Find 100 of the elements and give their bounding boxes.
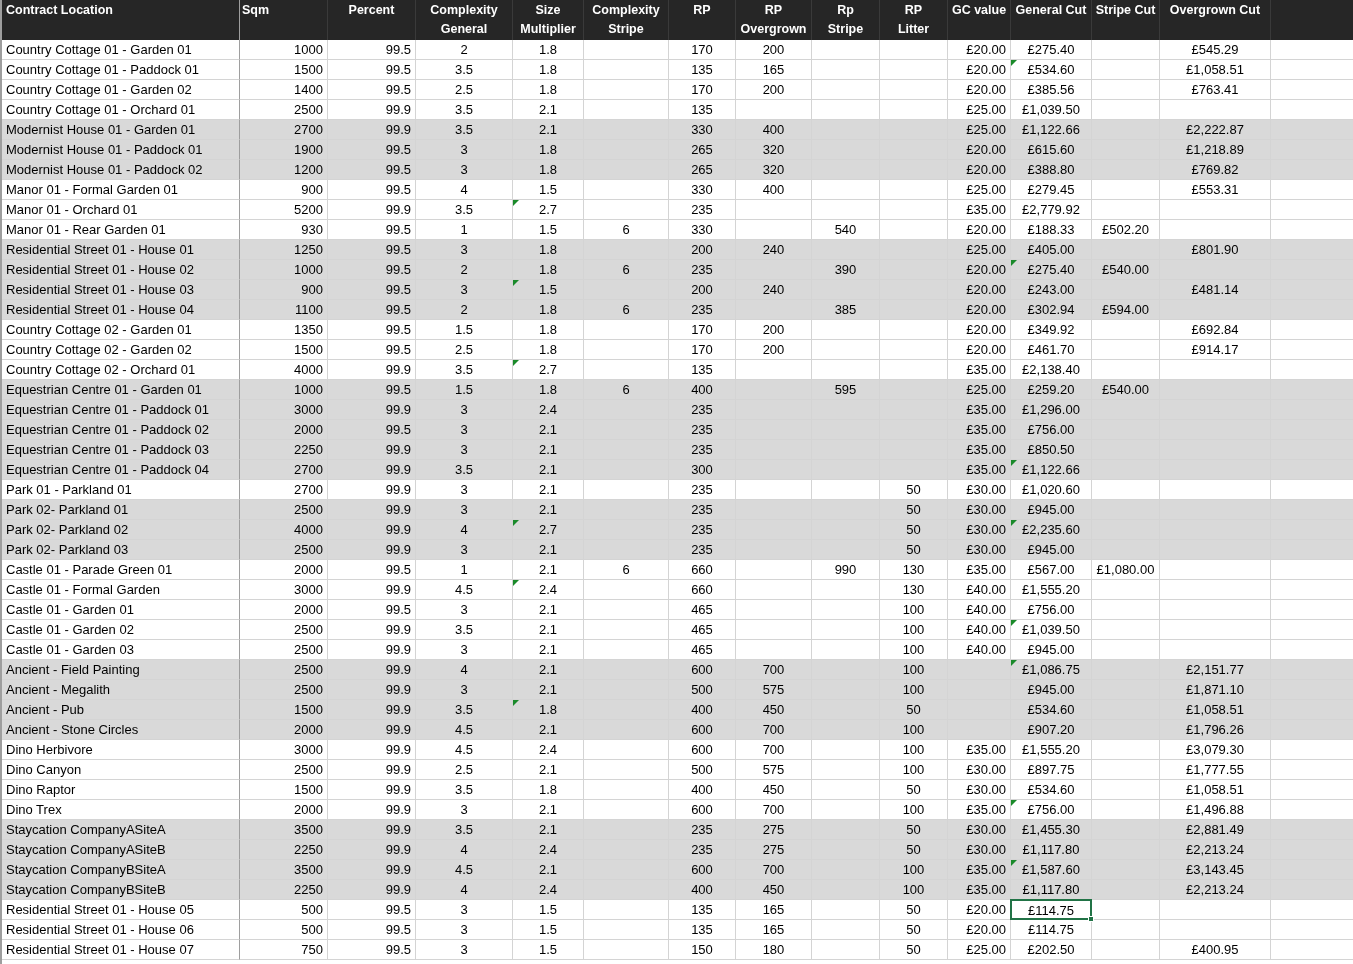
- table-cell-text: 50: [905, 541, 922, 559]
- table-cell-text: £1,020.60: [1021, 481, 1081, 499]
- table-cell-text: £594.00: [1101, 301, 1150, 319]
- table-cell-text: 3: [459, 141, 469, 159]
- table-cell-text: 385: [833, 301, 858, 319]
- table-cell-text: 1.8: [537, 381, 559, 399]
- table-cell-text: Country Cottage 01 - Orchard 01: [5, 101, 197, 119]
- table-cell-text: 99.5: [384, 561, 412, 579]
- table-cell-text: £25.00: [965, 101, 1007, 119]
- column-header: Complexity Stripe: [592, 2, 660, 38]
- table-cell-text: 235: [690, 501, 714, 519]
- table-cell-text: £35.00: [965, 421, 1007, 439]
- table-cell-text: 180: [761, 941, 786, 959]
- table-cell-text: £534.60: [1026, 61, 1076, 79]
- table-cell-text: £502.20: [1101, 221, 1150, 239]
- table-cell-text: £35.00: [965, 561, 1007, 579]
- table-cell-text: 2: [459, 261, 469, 279]
- table-cell-text: 900: [300, 181, 324, 199]
- table-cell-text: 50: [905, 921, 922, 939]
- table-cell-text: £481.14: [1190, 281, 1240, 299]
- table-cell[interactable]: £114.75: [1010, 899, 1092, 920]
- table-cell-text: 2700: [293, 461, 324, 479]
- table-cell-text: £349.92: [1026, 321, 1076, 339]
- table-cell-text: 200: [761, 41, 786, 59]
- table-cell-text: 170: [690, 341, 714, 359]
- table-cell-text: 50: [905, 521, 922, 539]
- table-cell-text: 4000: [293, 361, 324, 379]
- table-cell-text: Staycation CompanyBSiteA: [5, 861, 167, 879]
- table-cell-text: 3.5: [453, 621, 475, 639]
- table-cell-text: 2500: [293, 501, 324, 519]
- table-cell-text: £850.50: [1026, 441, 1076, 459]
- fill-handle-icon[interactable]: [1088, 916, 1094, 922]
- table-cell-text: 700: [761, 721, 786, 739]
- table-cell-text: £2,138.40: [1021, 361, 1081, 379]
- table-cell-text: 330: [690, 221, 714, 239]
- table-cell-text: Equestrian Centre 01 - Paddock 04: [5, 461, 211, 479]
- table-cell-text: £545.29: [1190, 41, 1240, 59]
- table-cell-text: 3: [459, 501, 469, 519]
- table-cell-text: 2.1: [537, 801, 559, 819]
- table-cell-text: £1,122.66: [1021, 461, 1081, 479]
- table-cell-text: £20.00: [965, 921, 1007, 939]
- table-cell-text: 135: [690, 901, 714, 919]
- column-header: RP: [693, 2, 711, 19]
- table-cell-text: 2.4: [537, 841, 559, 859]
- table-cell-text: 235: [690, 261, 714, 279]
- table-cell-text: 99.5: [384, 281, 412, 299]
- table-cell-text: 2: [459, 41, 469, 59]
- table-cell-text: 1.8: [537, 41, 559, 59]
- table-cell-text: 240: [761, 241, 786, 259]
- table-cell-text: Staycation CompanyASiteB: [5, 841, 167, 859]
- table-cell-text: 3.5: [453, 61, 475, 79]
- table-cell-text: 50: [905, 821, 922, 839]
- table-cell-text: £35.00: [965, 201, 1007, 219]
- table-cell-text: Country Cottage 02 - Garden 02: [5, 341, 193, 359]
- table-cell-text: 1500: [293, 701, 324, 719]
- table-cell-text: £20.00: [965, 281, 1007, 299]
- table-cell-text: 2.4: [537, 581, 559, 599]
- table-cell-text: 6: [621, 381, 631, 399]
- table-cell-text: 100: [901, 641, 926, 659]
- column-header: Size Multiplier: [520, 2, 576, 38]
- table-cell-text: 450: [761, 701, 786, 719]
- table-cell-text: 200: [761, 81, 786, 99]
- table-cell-text: 2250: [293, 441, 324, 459]
- table-cell-text: 2.1: [537, 101, 559, 119]
- table-cell-text: 165: [761, 921, 786, 939]
- table-cell-text: 2.1: [537, 621, 559, 639]
- table-cell-text: 2.4: [537, 401, 559, 419]
- table-cell-text: 135: [690, 361, 714, 379]
- table-cell-text: 540: [833, 221, 858, 239]
- table-cell-text: £20.00: [965, 221, 1007, 239]
- table-cell-text: 100: [901, 761, 926, 779]
- table-cell-text: 235: [690, 441, 714, 459]
- table-cell-text: 600: [690, 801, 714, 819]
- table-cell-text: 3.5: [453, 101, 475, 119]
- table-cell-text: £1,555.20: [1021, 581, 1081, 599]
- table-cell-text: 1400: [293, 81, 324, 99]
- table-cell-text: £1,296.00: [1021, 401, 1081, 419]
- table-cell-text: 600: [690, 661, 714, 679]
- table-cell-text: 2250: [293, 841, 324, 859]
- table-cell-text: 465: [690, 601, 714, 619]
- table-cell-text: 50: [905, 701, 922, 719]
- table-cell-text: 99.9: [384, 741, 412, 759]
- table-cell-text: £400.95: [1190, 941, 1240, 959]
- column-header: Contract Location: [6, 2, 114, 19]
- table-cell-text: 3: [459, 241, 469, 259]
- table-cell-text: 99.9: [384, 361, 412, 379]
- table-cell-text: 50: [905, 501, 922, 519]
- table-cell-text: 400: [761, 181, 786, 199]
- table-cell-text: £1,039.50: [1021, 621, 1081, 639]
- table-cell-text: 99.5: [384, 921, 412, 939]
- table-cell-text: £30.00: [965, 841, 1007, 859]
- table-cell-text: 99.9: [384, 121, 412, 139]
- table-cell-text: 3.5: [453, 121, 475, 139]
- table-cell-text: 50: [905, 841, 922, 859]
- table-cell-text: Staycation CompanyBSiteB: [5, 881, 167, 899]
- table-cell-text: £945.00: [1026, 501, 1076, 519]
- table-cell-text: 235: [690, 521, 714, 539]
- table-cell-text: 330: [690, 181, 714, 199]
- table-cell-text: 2.1: [537, 821, 559, 839]
- table-cell-text: Equestrian Centre 01 - Paddock 02: [5, 421, 211, 439]
